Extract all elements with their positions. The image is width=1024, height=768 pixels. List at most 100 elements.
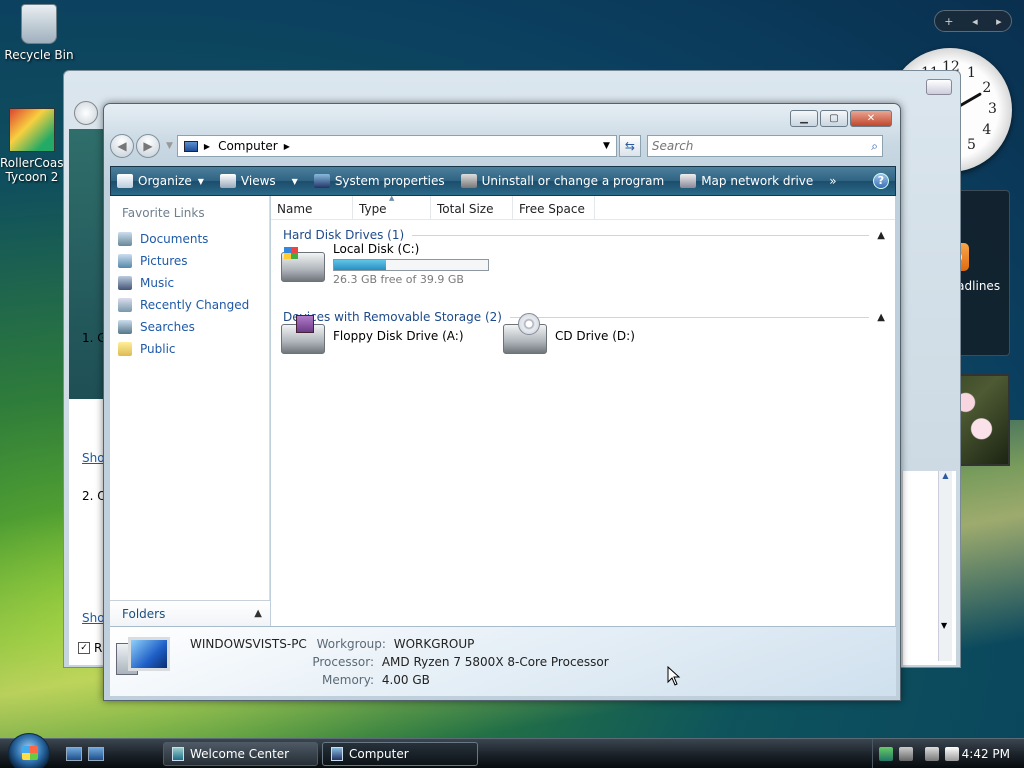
search-box[interactable]: ⌕ — [646, 135, 883, 157]
computer-icon — [116, 637, 172, 685]
back-window-minimize-button[interactable] — [926, 79, 952, 95]
rct2-label: RollerCoaster Tycoon 2 — [0, 156, 64, 184]
drive-floppy[interactable]: Floppy Disk Drive (A:) — [281, 315, 464, 354]
network-icon[interactable] — [899, 747, 913, 761]
mouse-cursor-icon — [667, 666, 681, 686]
back-window-nav-icon[interactable] — [74, 101, 98, 125]
back-checkbox[interactable]: ✓ R — [78, 641, 102, 655]
back-window-scroll-area: ▲ ▼ — [902, 471, 956, 665]
refresh-button[interactable]: ⇆ — [618, 135, 641, 157]
back-button[interactable]: ◀ — [110, 134, 134, 158]
chevron-up-icon[interactable]: ▲ — [877, 230, 885, 241]
switch-windows-icon[interactable] — [88, 747, 104, 761]
disk-usage-fill — [334, 260, 387, 270]
scroll-down-icon[interactable]: ▼ — [941, 621, 947, 630]
more-commands-button[interactable]: » — [829, 174, 836, 188]
system-properties-button[interactable]: System properties — [313, 174, 445, 188]
column-free-space[interactable]: Free Space — [513, 196, 595, 219]
map-drive-label: Map network drive — [701, 174, 814, 188]
music-icon — [118, 276, 132, 290]
fav-label: Searches — [140, 320, 195, 334]
group-hard-disk-drives[interactable]: Hard Disk Drives (1) ▲ — [283, 228, 885, 242]
show-desktop-icon[interactable] — [66, 747, 82, 761]
start-button[interactable] — [8, 733, 50, 768]
workgroup-value: WORKGROUP — [393, 637, 475, 651]
computer-icon — [183, 140, 198, 152]
recycle-bin-icon — [21, 4, 57, 44]
drive-cd[interactable]: CD Drive (D:) — [503, 313, 635, 354]
windows-logo-icon — [22, 746, 38, 760]
clock-number: 1 — [967, 64, 976, 81]
breadcrumb-arrow-icon[interactable]: ▶ — [284, 142, 290, 151]
computer-name: WINDOWSVISTS-PC — [190, 637, 307, 651]
column-total-size[interactable]: Total Size — [431, 196, 513, 219]
drive-local-disk[interactable]: Local Disk (C:) 26.3 GB free of 39.9 GB — [281, 242, 489, 286]
close-button[interactable]: ✕ — [850, 110, 892, 127]
back-link-2[interactable]: Sho — [82, 611, 105, 625]
processor-label: Processor: — [312, 655, 374, 669]
workgroup-label: Workgroup: — [316, 637, 386, 651]
desktop-icon-recycle-bin[interactable]: Recycle Bin — [4, 4, 74, 62]
prev-gadget-icon[interactable]: ◂ — [972, 15, 978, 28]
scroll-up-icon[interactable]: ▲ — [939, 471, 952, 480]
clock-number: 3 — [988, 101, 997, 117]
fav-searches[interactable]: Searches — [110, 316, 269, 338]
details-pane: WINDOWSVISTS-PC Workgroup: WORKGROUP Pro… — [110, 626, 896, 696]
rollercoaster-tycoon-icon — [9, 108, 55, 152]
minimize-button[interactable]: ▁ — [790, 110, 818, 127]
fav-label: Documents — [140, 232, 209, 246]
computer-icon — [331, 747, 343, 761]
next-gadget-icon[interactable]: ▸ — [996, 15, 1002, 28]
details-computer-name-row: WINDOWSVISTS-PC Workgroup: WORKGROUP — [190, 637, 474, 651]
windows-sidebar-tray-icon[interactable] — [879, 747, 893, 761]
fav-pictures[interactable]: Pictures — [110, 250, 269, 272]
desktop-icon-rct2[interactable]: RollerCoaster Tycoon 2 — [0, 108, 64, 184]
maximize-button[interactable]: ▢ — [820, 110, 848, 127]
computer-window[interactable]: ▁ ▢ ✕ ◀ ▶ ▼ ▶ Computer ▶ ▼ ⇆ ⌕ Organize … — [103, 103, 901, 701]
chevron-down-icon[interactable]: ▼ — [292, 177, 298, 186]
chevron-up-icon[interactable]: ▲ — [877, 312, 885, 323]
task-computer[interactable]: Computer — [322, 742, 478, 766]
searches-icon — [118, 320, 132, 334]
fav-documents[interactable]: Documents — [110, 228, 269, 250]
address-bar[interactable]: ▶ Computer ▶ ▼ — [176, 135, 617, 157]
sidebar-controls[interactable]: + ◂ ▸ — [934, 10, 1012, 32]
fav-music[interactable]: Music — [110, 272, 269, 294]
search-input[interactable] — [651, 139, 872, 153]
address-dropdown-icon[interactable]: ▼ — [603, 141, 610, 151]
taskbar-clock[interactable]: 4:42 PM — [962, 747, 1010, 761]
drive-name: CD Drive (D:) — [555, 329, 635, 343]
back-window-banner — [69, 129, 103, 399]
fav-label: Pictures — [140, 254, 188, 268]
help-icon[interactable]: ? — [873, 173, 889, 189]
organize-button[interactable]: Organize ▼ — [117, 174, 204, 188]
recent-pages-dropdown-icon[interactable]: ▼ — [166, 141, 173, 151]
fav-recently-changed[interactable]: Recently Changed — [110, 294, 269, 316]
search-icon[interactable]: ⌕ — [871, 139, 878, 154]
task-welcome-center[interactable]: Welcome Center — [163, 742, 318, 766]
clock-number: 5 — [967, 137, 976, 154]
file-list: Name ▲ Type Total Size Free Space Hard Di… — [271, 194, 895, 626]
back-window-scrollbar[interactable]: ▲ ▼ — [938, 471, 952, 661]
fav-label: Public — [140, 342, 176, 356]
breadcrumb-computer[interactable]: Computer — [218, 139, 278, 153]
views-button[interactable]: Views ▼ — [219, 174, 298, 188]
memory-value: 4.00 GB — [381, 673, 430, 687]
windows-logo-icon — [284, 247, 298, 259]
forward-button[interactable]: ▶ — [136, 134, 160, 158]
add-gadget-icon[interactable]: + — [944, 15, 953, 28]
caption-buttons: ▁ ▢ ✕ — [790, 110, 892, 127]
security-icon[interactable] — [925, 747, 939, 761]
uninstall-program-button[interactable]: Uninstall or change a program — [460, 174, 664, 188]
back-link-1[interactable]: Sho — [82, 451, 105, 465]
column-type[interactable]: ▲ Type — [353, 194, 431, 219]
drive-free-space: 26.3 GB free of 39.9 GB — [333, 273, 464, 286]
breadcrumb-arrow-icon[interactable]: ▶ — [204, 142, 210, 151]
checkbox-check-icon[interactable]: ✓ — [78, 642, 90, 654]
map-network-drive-button[interactable]: Map network drive — [680, 174, 813, 188]
fav-public[interactable]: Public — [110, 338, 269, 360]
documents-icon — [118, 232, 132, 246]
folders-toggle[interactable]: Folders ▲ — [110, 600, 270, 626]
volume-muted-icon[interactable] — [945, 747, 959, 761]
column-name[interactable]: Name — [271, 196, 353, 219]
